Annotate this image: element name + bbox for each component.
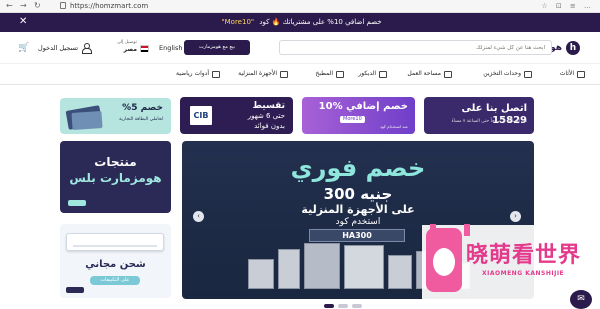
category-label: أدوات رياضية: [176, 70, 209, 77]
category-label: الديكور: [358, 70, 376, 77]
banner-free-shipping[interactable]: شحن مجاني على التكييفات: [60, 224, 171, 298]
browser-menu-icons[interactable]: ☆ ⊡ ≡ …: [541, 1, 594, 11]
banner-homzmart-plus[interactable]: منتجات هومزمارت بلس: [60, 141, 171, 213]
forward-icon[interactable]: →: [20, 1, 27, 11]
deliver-to-value: مصر: [123, 46, 137, 53]
category-label: الأثاث: [559, 70, 574, 77]
promo-code-chip: More10: [340, 116, 365, 123]
desk-icon: [444, 70, 452, 78]
banner-title: 10% خصم إضافي: [318, 101, 408, 112]
promo-bar: ✕ خصم اضافي 10% على مشترياتك 🔥 كود "More…: [0, 13, 600, 32]
category-label: وحدات التخزين: [483, 70, 521, 77]
shop-now-tag: [68, 200, 86, 206]
banner-subtitle: عند استخدام كود: [380, 124, 408, 129]
frame-icon: [379, 70, 387, 78]
credit-card-image: [71, 110, 103, 131]
banner-call-us[interactable]: اتصل بنا على 15829 من الساعة ٩ صباحاً حت…: [424, 97, 534, 134]
logo-mark-icon: h: [566, 41, 580, 55]
category-appliances[interactable]: الأجهزة المنزلية: [238, 68, 288, 80]
login-button[interactable]: تسجيل الدخول: [38, 43, 93, 54]
category-sports[interactable]: أدوات رياضية: [176, 68, 220, 80]
search-box[interactable]: [279, 40, 552, 55]
banner-subtitle: لحاملي البطاقة التجارية: [119, 117, 163, 122]
banner-line-1: تقسيط: [252, 101, 285, 111]
banner-line-2: هومزمارت بلس: [69, 171, 162, 185]
search-input[interactable]: [365, 43, 545, 53]
storage-icon: [524, 70, 532, 78]
category-workspace[interactable]: مساحة العمل: [407, 68, 452, 80]
browser-toolbar: ← → ↻ https://homzmart.com ☆ ⊡ ≡ …: [0, 0, 600, 13]
category-storage[interactable]: وحدات التخزين: [483, 68, 532, 80]
banner-pill: على التكييفات: [90, 276, 140, 285]
login-label: تسجيل الدخول: [38, 43, 79, 52]
carousel-dot[interactable]: [324, 304, 334, 308]
banner-extra-discount[interactable]: 10% خصم إضافي More10 عند استخدام كود: [302, 97, 415, 134]
promo-message: خصم اضافي 10% على مشترياتك 🔥 كود "More10…: [0, 17, 600, 28]
carousel-prev-button[interactable]: ‹: [193, 211, 204, 222]
banner-line-1: منتجات: [94, 155, 137, 169]
promo-text: خصم اضافي 10% على مشترياتك 🔥 كود: [259, 18, 382, 26]
hero-amount: 300 جنيه: [323, 185, 393, 203]
category-furniture[interactable]: الأثاث: [560, 68, 585, 80]
watermark-subtext: XIAOMENG KANSHIJIE: [482, 270, 565, 277]
banner-title: شحن مجاني: [85, 259, 146, 270]
sell-with-homzmart-button[interactable]: بيع مع هومزمارت: [184, 40, 250, 55]
category-label: مساحة العمل: [407, 70, 441, 77]
category-kitchen[interactable]: المطبخ: [315, 68, 344, 80]
hero-promo-code: HA300: [309, 229, 405, 242]
user-icon: [82, 43, 93, 54]
lock-icon: [60, 2, 66, 9]
site-header: هومزمارت h بيع مع هومزمارت English توصيل…: [0, 32, 600, 63]
hero-headline: خصم فوري: [290, 154, 426, 182]
sofa-icon: [577, 70, 585, 78]
watermark: 晓萌看世界 XIAOMENG KANSHIJIE: [422, 224, 592, 299]
carousel-dot[interactable]: [338, 304, 348, 308]
shop-now-tag: [66, 287, 84, 293]
banner-line-2: حتى 6 شهور: [247, 112, 285, 120]
reload-icon[interactable]: ↻: [34, 1, 41, 11]
category-nav: الأثاث وحدات التخزين مساحة العمل الديكور…: [0, 63, 600, 85]
banner-cib-installments[interactable]: CIB تقسيط حتى 6 شهور بدون فوائد: [180, 97, 293, 134]
appliance-icon: [280, 70, 288, 78]
banner-line-3: بدون فوائد: [254, 122, 285, 130]
back-icon[interactable]: ←: [6, 1, 13, 11]
carousel-dot[interactable]: [352, 304, 362, 308]
banner-title: خصم 5%: [122, 103, 163, 113]
watermark-text: 晓萌看世界: [466, 243, 582, 268]
carousel-dots: [324, 304, 362, 308]
category-label: المطبخ: [315, 70, 333, 77]
hero-subtitle: على الأجهزة المنزلية: [301, 203, 415, 216]
air-conditioner-image: [66, 233, 164, 251]
cart-icon[interactable]: 🛒: [18, 43, 29, 53]
category-decor[interactable]: الديكور: [358, 68, 387, 80]
banner-subtitle: من الساعة ٩ صباحاً حتى الساعة ٧ مساءً: [451, 119, 527, 124]
cib-logo: CIB: [190, 106, 212, 125]
address-bar[interactable]: https://homzmart.com: [70, 1, 148, 11]
sports-icon: [212, 70, 220, 78]
kitchen-icon: [336, 70, 344, 78]
carousel-next-button[interactable]: ›: [510, 211, 521, 222]
cat-logo-icon: [426, 224, 470, 292]
banner-card-discount[interactable]: خصم 5% لحاملي البطاقة التجارية: [60, 98, 171, 134]
deliver-to[interactable]: توصيل إلى مصر: [105, 40, 137, 54]
chat-icon[interactable]: ✉: [570, 290, 592, 309]
egypt-flag-icon: [140, 45, 149, 52]
language-toggle[interactable]: English: [159, 44, 182, 52]
promo-code: "More10": [221, 18, 255, 26]
category-label: الأجهزة المنزلية: [238, 70, 277, 77]
